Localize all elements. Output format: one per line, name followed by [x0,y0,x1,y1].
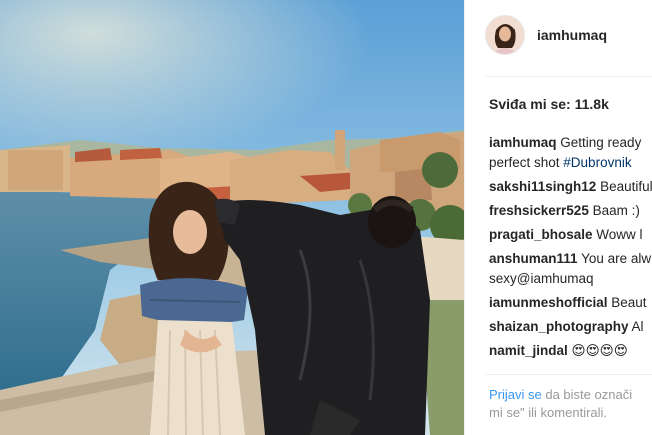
comment-text: Beautiful [596,179,652,194]
comment-text: 😍😍😍😍 [567,343,628,358]
comment-text-cont: sexy@iamhumaq [489,271,594,286]
post-username[interactable]: iamhumaq [537,27,607,43]
login-text: da biste označi [541,387,633,402]
header-divider [485,76,652,77]
login-link[interactable]: Prijavi se [489,387,542,402]
comment-username[interactable]: freshsickerr525 [489,203,589,218]
comment-item: shaizan_photography Al [489,317,652,337]
comment-text: You are alw [577,251,652,266]
comment-text: Woww l [592,227,643,242]
comment-item: iamhumaq Getting ready perfect shot #Dub… [489,133,652,173]
comment-username[interactable]: iamunmeshofficial [489,295,608,310]
profile-avatar[interactable] [485,15,525,55]
post-header: iamhumaq [485,14,652,56]
comment-item: freshsickerr525 Baam :) [489,201,652,221]
comment-username[interactable]: iamhumaq [489,135,557,150]
likes-count[interactable]: Sviđa mi se: 11.8k [489,96,609,112]
comment-username[interactable]: sakshi11singh12 [489,179,596,194]
comment-text: Beaut [607,295,647,310]
comment-username[interactable]: namit_jindal [489,343,568,358]
comment-username[interactable]: anshuman111 [489,251,578,266]
login-text-cont: mi se" ili komentirali. [489,405,608,420]
comment-text: Al [628,319,644,334]
login-prompt: Prijavi se da biste označi mi se" ili ko… [489,386,652,422]
comments-list: iamhumaq Getting ready perfect shot #Dub… [489,133,652,365]
post-side-panel: iamhumaq Sviđa mi se: 11.8k iamhumaq Get… [464,0,652,435]
comment-item: pragati_bhosale Woww l [489,225,652,245]
post-photo[interactable] [0,0,464,435]
comment-text: Getting ready [556,135,642,150]
photo-illustration [0,0,464,435]
footer-divider [485,374,652,375]
comment-text: Baam :) [588,203,640,218]
comment-item: iamunmeshofficial Beaut [489,293,652,313]
comment-username[interactable]: pragati_bhosale [489,227,593,242]
comment-item: anshuman111 You are alw sexy@iamhumaq [489,249,652,289]
comment-item: sakshi11singh12 Beautiful [489,177,652,197]
comment-username[interactable]: shaizan_photography [489,319,629,334]
comment-item: namit_jindal 😍😍😍😍 [489,341,652,361]
comment-text-cont: perfect shot [489,155,564,170]
avatar-image [486,16,524,54]
comment-hashtag[interactable]: #Dubrovnik [563,155,631,170]
